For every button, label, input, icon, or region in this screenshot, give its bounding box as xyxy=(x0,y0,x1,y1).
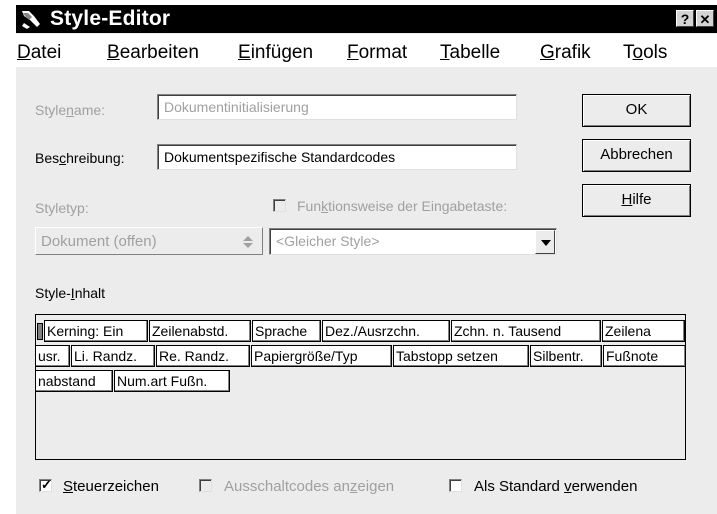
menu-tools[interactable]: Tools xyxy=(623,42,667,64)
style-inhalt-label: Style-Inhalt xyxy=(35,285,106,301)
updown-arrows-icon xyxy=(243,236,253,248)
code-zchn-tausend[interactable]: Zchn. n. Tausend xyxy=(451,320,601,342)
styletyp-label: Styletyp: xyxy=(35,200,89,216)
stylename-label: Stylename: xyxy=(35,102,106,118)
text-cursor xyxy=(37,323,43,340)
code-re-randz[interactable]: Re. Randz. xyxy=(156,345,250,367)
enter-key-checkbox[interactable] xyxy=(273,199,286,212)
chevron-down-icon xyxy=(541,240,551,246)
ausschaltcodes-checkbox[interactable] xyxy=(199,479,212,492)
enter-key-label: Funktionsweise der Eingabetaste: xyxy=(297,198,508,214)
beschreibung-label: Beschreibung: xyxy=(35,150,125,166)
menu-tabelle[interactable]: Tabelle xyxy=(440,42,500,64)
beschreibung-field[interactable]: Dokumentspezifische Standardcodes xyxy=(157,144,517,170)
ausschaltcodes-label: Ausschaltcodes anzeigen xyxy=(224,478,395,495)
code-kerning[interactable]: Kerning: Ein xyxy=(44,320,148,342)
title-bar: Style-Editor ? ✕ xyxy=(16,5,717,33)
code-nabstand[interactable]: nabstand xyxy=(35,370,113,392)
code-li-randz[interactable]: Li. Randz. xyxy=(71,345,155,367)
code-dez-ausrzchn[interactable]: Dez./Ausrzchn. xyxy=(322,320,450,342)
close-title-button[interactable]: ✕ xyxy=(696,10,714,27)
menu-bearbeiten[interactable]: Bearbeiten xyxy=(107,42,199,64)
checkmark-icon: ✓ xyxy=(41,477,52,492)
als-standard-checkbox[interactable] xyxy=(449,479,462,492)
styletyp-select[interactable]: Dokument (offen) xyxy=(35,227,263,255)
menu-grafik[interactable]: Grafik xyxy=(540,42,591,64)
steuerzeichen-label: Steuerzeichen xyxy=(63,478,159,495)
ok-button[interactable]: OK xyxy=(582,94,691,127)
als-standard-label: Als Standard verwenden xyxy=(474,478,638,495)
cancel-button[interactable]: Abbrechen xyxy=(582,139,691,172)
stylename-field[interactable]: Dokumentinitialisierung xyxy=(157,94,517,120)
style-editor-window: Style-Editor ? ✕ Datei Bearbeiten Einfüg… xyxy=(15,5,717,514)
menu-datei[interactable]: Datei xyxy=(17,42,61,64)
code-usr[interactable]: usr. xyxy=(35,345,70,367)
dropdown-button[interactable] xyxy=(535,230,555,254)
window-title: Style-Editor xyxy=(50,7,171,30)
code-num-art-fussn[interactable]: Num.art Fußn. xyxy=(114,370,230,392)
code-tabstopp[interactable]: Tabstopp setzen xyxy=(393,345,529,367)
code-fussnote[interactable]: Fußnote xyxy=(603,345,686,367)
help-title-button[interactable]: ? xyxy=(676,10,694,27)
enter-key-style-select[interactable]: <Gleicher Style> xyxy=(269,228,557,255)
enter-key-style-value: <Gleicher Style> xyxy=(276,233,380,249)
code-zeilenabstand[interactable]: Zeilenabstd. xyxy=(149,320,251,342)
code-silbentr[interactable]: Silbentr. xyxy=(530,345,602,367)
menu-einfuegen[interactable]: Einfügen xyxy=(238,42,313,64)
style-editor-app-icon xyxy=(20,8,42,30)
help-button[interactable]: Hilfe xyxy=(582,184,691,217)
menu-format[interactable]: Format xyxy=(347,42,407,64)
menu-bar: Datei Bearbeiten Einfügen Format Tabelle… xyxy=(16,34,717,67)
code-papiergroesse[interactable]: Papiergröße/Typ xyxy=(251,345,392,367)
styletyp-value: Dokument (offen) xyxy=(41,233,157,250)
code-sprache[interactable]: Sprache xyxy=(252,320,321,342)
steuerzeichen-checkbox[interactable]: ✓ xyxy=(39,477,52,492)
code-zeilena[interactable]: Zeilena xyxy=(602,320,685,342)
